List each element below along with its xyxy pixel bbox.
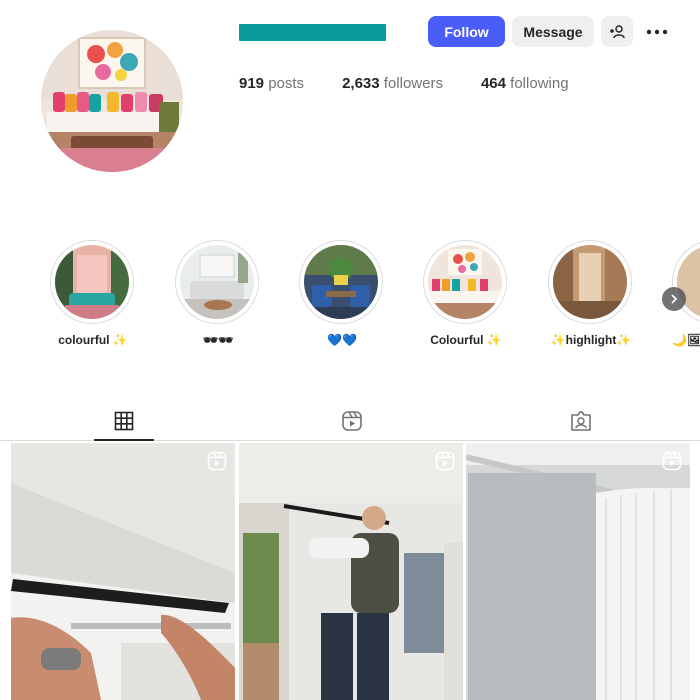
profile-stats: 919 posts 2,633 followers 464 following (239, 75, 569, 92)
highlight-item[interactable]: 💙💙 (299, 240, 385, 347)
add-user-icon (610, 24, 625, 38)
reel-icon (662, 451, 682, 476)
tagged-icon (571, 411, 591, 431)
tab-tagged[interactable] (567, 407, 595, 435)
post-image (466, 443, 690, 700)
highlight-label: Colourful ✨ (430, 333, 502, 347)
post-image (11, 443, 235, 700)
post-tile[interactable] (466, 443, 690, 700)
grid-icon (114, 411, 134, 431)
chevron-right-icon (671, 294, 678, 304)
post-tile[interactable] (239, 443, 463, 700)
profile-avatar[interactable] (41, 30, 183, 172)
follow-button[interactable]: Follow (428, 16, 505, 47)
message-button[interactable]: Message (512, 16, 594, 47)
stat-following[interactable]: 464 following (481, 75, 569, 92)
highlight-cover (55, 245, 129, 319)
suggested-users-button[interactable] (601, 16, 633, 47)
stat-posts: 919 posts (239, 75, 305, 92)
highlight-item[interactable]: Colourful ✨ (423, 240, 509, 347)
post-image (239, 443, 463, 700)
reel-icon (207, 451, 227, 476)
highlight-cover (304, 245, 378, 319)
post-tile[interactable] (11, 443, 235, 700)
username-redacted (239, 24, 386, 41)
highlight-cover (553, 245, 627, 319)
highlight-item[interactable]: colourful ✨ (50, 240, 136, 347)
highlight-label: 💙💙 (327, 333, 357, 347)
stat-followers[interactable]: 2,633 followers (342, 75, 443, 92)
highlight-item[interactable]: ✨highlight✨ (548, 240, 634, 347)
highlight-cover (180, 245, 254, 319)
highlights-next-button[interactable] (662, 287, 686, 311)
highlight-label: ✨highlight✨ (550, 333, 632, 347)
highlight-cover (428, 245, 502, 319)
reels-icon (342, 411, 362, 431)
more-options-button[interactable] (642, 20, 672, 44)
active-tab-indicator (94, 439, 154, 441)
more-icon (646, 29, 668, 35)
highlight-label: 🌙🖼 (672, 333, 700, 347)
highlight-label: colourful ✨ (58, 333, 128, 347)
highlight-item[interactable]: 🕶🕶 (175, 240, 261, 347)
avatar-image (41, 30, 183, 172)
tab-reels[interactable] (338, 407, 366, 435)
tab-posts[interactable] (110, 407, 138, 435)
highlight-label: 🕶🕶 (202, 333, 234, 347)
reel-icon (435, 451, 455, 476)
